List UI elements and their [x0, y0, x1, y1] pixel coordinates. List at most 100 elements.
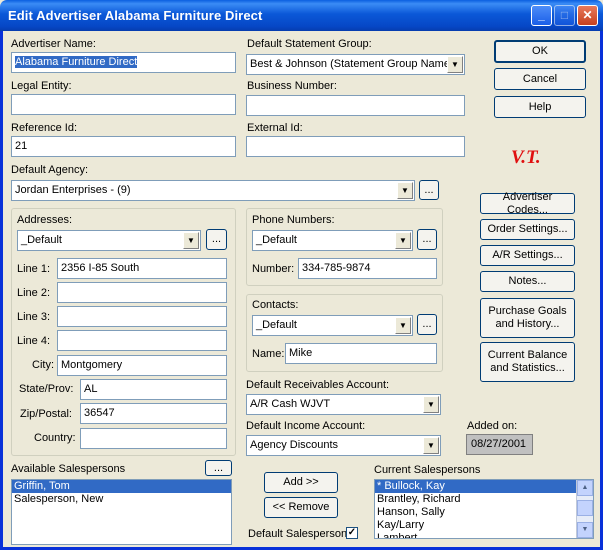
current-balance-line1: Current Balance [487, 349, 568, 361]
phone-number-field[interactable]: 334-785-9874 [298, 258, 437, 279]
advertiser-codes-button[interactable]: Advertiser Codes... [480, 191, 575, 216]
available-salespersons-list[interactable]: Griffin, Tom Salesperson, New [11, 479, 232, 545]
phone-numbers-label: Phone Numbers: [252, 214, 335, 226]
business-number-field[interactable] [246, 95, 465, 116]
default-statement-group-label: Default Statement Group: [247, 38, 372, 50]
list-item[interactable]: Hanson, Sally [375, 506, 578, 519]
agency-value: Jordan Enterprises - (9) [15, 184, 131, 196]
contact-name-label: Name: [252, 348, 285, 360]
income-label: Default Income Account: [246, 420, 366, 432]
order-settings-button[interactable]: Order Settings... [480, 219, 575, 240]
remove-salesperson-button[interactable]: << Remove [264, 497, 338, 518]
advertiser-name-value: Alabama Furniture Direct [15, 56, 138, 68]
city-label: City: [32, 359, 54, 371]
legal-entity-field[interactable] [11, 94, 236, 115]
list-item[interactable]: Kay/Larry [375, 519, 578, 532]
city-field[interactable]: Montgomery [57, 355, 227, 376]
add-salesperson-button[interactable]: Add >> [264, 472, 338, 493]
close-button[interactable]: ✕ [577, 5, 598, 26]
ok-button[interactable]: OK [494, 40, 586, 63]
purchase-goals-line2: and History... [495, 318, 560, 330]
line3-label: Line 3: [17, 311, 51, 323]
purchase-goals-button[interactable]: Purchase Goals and History... [480, 298, 575, 338]
income-select[interactable]: Agency Discounts ▼ [246, 435, 441, 456]
list-item[interactable]: Lambert, ... [375, 532, 578, 538]
chevron-down-icon[interactable]: ▼ [423, 396, 439, 413]
chevron-down-icon[interactable]: ▼ [395, 232, 411, 249]
scroll-down-icon[interactable]: ▼ [577, 522, 593, 538]
minimize-button[interactable]: _ [531, 5, 552, 26]
scroll-thumb[interactable] [577, 500, 593, 516]
contacts-label: Contacts: [252, 299, 299, 311]
chevron-down-icon[interactable]: ▼ [183, 232, 199, 249]
number-label: Number: [252, 263, 295, 275]
line2-label: Line 2: [17, 287, 51, 299]
chevron-down-icon[interactable]: ▼ [395, 317, 411, 334]
minimize-icon: _ [538, 8, 545, 22]
window-title: Edit Advertiser Alabama Furniture Direct [8, 8, 263, 23]
reference-id-field[interactable]: 21 [11, 136, 236, 157]
addresses-label: Addresses: [17, 214, 73, 226]
list-item[interactable]: Salesperson, New [12, 493, 231, 506]
phone-selected: _Default [256, 234, 297, 246]
maximize-button[interactable]: □ [554, 5, 575, 26]
country-field[interactable] [80, 428, 227, 449]
line4-field[interactable] [57, 330, 227, 351]
receivables-label: Default Receivables Account: [246, 379, 390, 391]
chevron-down-icon[interactable]: ▼ [423, 437, 439, 454]
phone-browse-button[interactable]: ... [417, 229, 437, 250]
state-label: State/Prov: [19, 383, 74, 395]
available-salespersons-label: Available Salespersons [11, 463, 126, 475]
added-on-value: 08/27/2001 [466, 434, 533, 455]
default-agency-label: Default Agency: [11, 164, 89, 176]
station-logo: V.T. [511, 147, 541, 168]
statement-group-value: Best & Johnson (Statement Group Name) [250, 58, 454, 70]
receivables-select[interactable]: A/R Cash WJVT ▼ [246, 394, 441, 415]
line3-field[interactable] [57, 306, 227, 327]
scroll-up-icon[interactable]: ▲ [577, 480, 593, 496]
default-salesperson-label: Default Salesperson [248, 528, 348, 540]
address-selected: _Default [21, 234, 62, 246]
contact-select[interactable]: _Default ▼ [252, 315, 413, 336]
current-salespersons-list[interactable]: * Bullock, Kay Brantley, Richard Hanson,… [374, 479, 594, 539]
zip-label: Zip/Postal: [20, 408, 72, 420]
maximize-icon: □ [560, 8, 569, 22]
business-number-label: Business Number: [247, 80, 337, 92]
external-id-label: External Id: [247, 122, 303, 134]
line1-label: Line 1: [17, 263, 51, 275]
contact-name-field[interactable]: Mike [285, 343, 437, 364]
chevron-down-icon[interactable]: ▼ [397, 182, 413, 199]
state-field[interactable]: AL [80, 379, 227, 400]
current-balance-line2: and Statistics... [490, 362, 565, 374]
current-salespersons-label: Current Salespersons [374, 464, 481, 476]
line4-label: Line 4: [17, 335, 51, 347]
receivables-value: A/R Cash WJVT [250, 398, 331, 410]
zip-field[interactable]: 36547 [80, 403, 227, 424]
list-item[interactable]: * Bullock, Kay [375, 480, 578, 493]
default-salesperson-checkbox[interactable]: ✓ [346, 527, 358, 539]
advertiser-name-field[interactable]: Alabama Furniture Direct [11, 52, 236, 73]
help-button[interactable]: Help [494, 96, 586, 118]
checkmark-icon: ✓ [347, 527, 357, 538]
chevron-down-icon[interactable]: ▼ [447, 56, 463, 73]
default-statement-group-select[interactable]: Best & Johnson (Statement Group Name) ▼ [246, 54, 465, 75]
list-item[interactable]: Brantley, Richard [375, 493, 578, 506]
current-balance-button[interactable]: Current Balance and Statistics... [480, 342, 575, 382]
country-label: Country: [34, 432, 76, 444]
phone-select[interactable]: _Default ▼ [252, 230, 413, 251]
scrollbar[interactable]: ▲ ▼ [576, 480, 593, 538]
line1-field[interactable]: 2356 I-85 South [57, 258, 227, 279]
default-agency-select[interactable]: Jordan Enterprises - (9) ▼ [11, 180, 415, 201]
address-browse-button[interactable]: ... [206, 229, 227, 250]
address-select[interactable]: _Default ▼ [17, 230, 201, 251]
contact-browse-button[interactable]: ... [417, 314, 437, 335]
agency-browse-button[interactable]: ... [419, 180, 439, 200]
contact-selected: _Default [256, 319, 297, 331]
available-salespersons-browse-button[interactable]: ... [205, 460, 232, 476]
external-id-field[interactable] [246, 136, 465, 157]
cancel-button[interactable]: Cancel [494, 68, 586, 90]
ar-settings-button[interactable]: A/R Settings... [480, 245, 575, 266]
line2-field[interactable] [57, 282, 227, 303]
notes-button[interactable]: Notes... [480, 271, 575, 292]
list-item[interactable]: Griffin, Tom [12, 480, 231, 493]
